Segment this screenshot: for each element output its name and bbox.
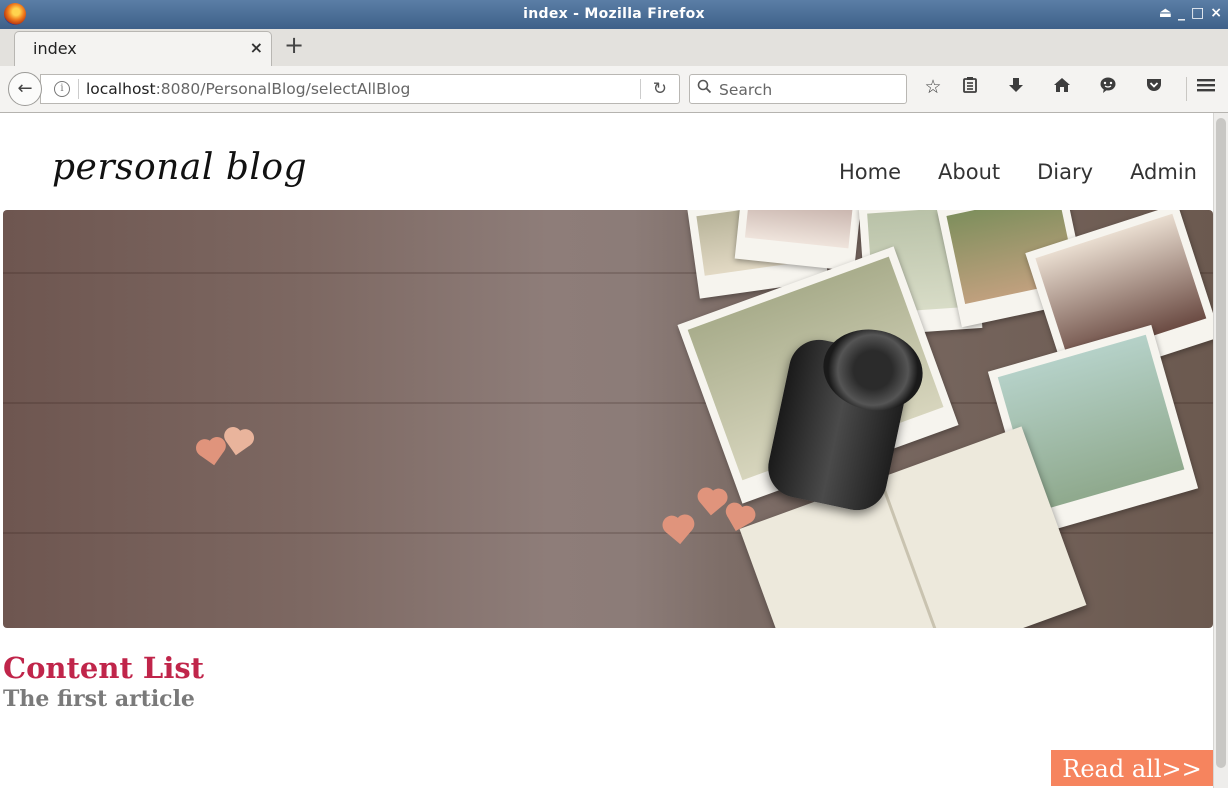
navigation-toolbar: i localhost:8080/PersonalBlog/selectAllB… xyxy=(0,66,1228,113)
window-title: index - Mozilla Firefox xyxy=(523,6,705,22)
maximize-button[interactable]: □ xyxy=(1191,5,1204,21)
eject-icon[interactable]: ⏏ xyxy=(1159,5,1172,21)
reload-icon[interactable]: ↻ xyxy=(653,79,667,99)
scrollbar-thumb[interactable] xyxy=(1216,118,1226,768)
minimize-button[interactable]: _ xyxy=(1178,5,1185,21)
tab-title: index xyxy=(33,39,77,58)
main-nav: Home About Diary Admin xyxy=(802,160,1197,184)
nav-link-diary[interactable]: Diary xyxy=(1037,160,1093,184)
content-list-heading: Content List xyxy=(3,651,205,685)
bookmark-star-icon[interactable]: ☆ xyxy=(921,76,945,98)
url-host: localhost xyxy=(86,80,156,98)
page-viewport: personal blog Home About Diary Admin Con… xyxy=(0,113,1213,788)
search-input[interactable] xyxy=(717,78,901,102)
search-icon xyxy=(697,79,712,98)
hero-banner-image xyxy=(3,210,1213,628)
back-arrow-icon: ← xyxy=(17,78,33,99)
close-window-button[interactable]: × xyxy=(1210,5,1222,21)
url-separator xyxy=(78,79,79,99)
article-title[interactable]: The first article xyxy=(3,686,195,712)
nav-link-admin[interactable]: Admin xyxy=(1130,160,1197,184)
tab-close-icon[interactable]: × xyxy=(250,38,263,57)
hamburger-menu-icon[interactable] xyxy=(1194,76,1218,99)
info-icon[interactable]: i xyxy=(54,81,70,97)
url-bar[interactable]: i localhost:8080/PersonalBlog/selectAllB… xyxy=(40,74,680,104)
tab-strip: index × xyxy=(0,29,1228,66)
bookmarks-menu-icon[interactable] xyxy=(958,76,982,99)
window-controls: ⏏ _ □ × xyxy=(1159,5,1222,21)
site-logo[interactable]: personal blog xyxy=(52,147,307,188)
search-bar[interactable] xyxy=(689,74,907,104)
window-titlebar: index - Mozilla Firefox ⏏ _ □ × xyxy=(0,0,1228,29)
back-button[interactable]: ← xyxy=(8,72,42,106)
home-icon[interactable] xyxy=(1050,76,1074,99)
reload-separator xyxy=(640,79,641,99)
nav-link-about[interactable]: About xyxy=(938,160,1000,184)
download-icon[interactable] xyxy=(1004,76,1028,99)
read-all-button[interactable]: Read all>> xyxy=(1051,750,1213,786)
url-path: :8080/PersonalBlog/selectAllBlog xyxy=(155,80,411,98)
notebook-spine xyxy=(878,477,947,628)
pocket-icon[interactable] xyxy=(1142,76,1166,99)
toolbar-divider xyxy=(1186,77,1187,101)
page-scrollbar[interactable] xyxy=(1213,113,1228,788)
url-text[interactable]: localhost:8080/PersonalBlog/selectAllBlo… xyxy=(86,80,410,98)
new-tab-button[interactable]: + xyxy=(284,33,304,57)
tab-index[interactable]: index × xyxy=(14,31,272,66)
chat-icon[interactable] xyxy=(1096,76,1120,99)
nav-link-home[interactable]: Home xyxy=(839,160,901,184)
